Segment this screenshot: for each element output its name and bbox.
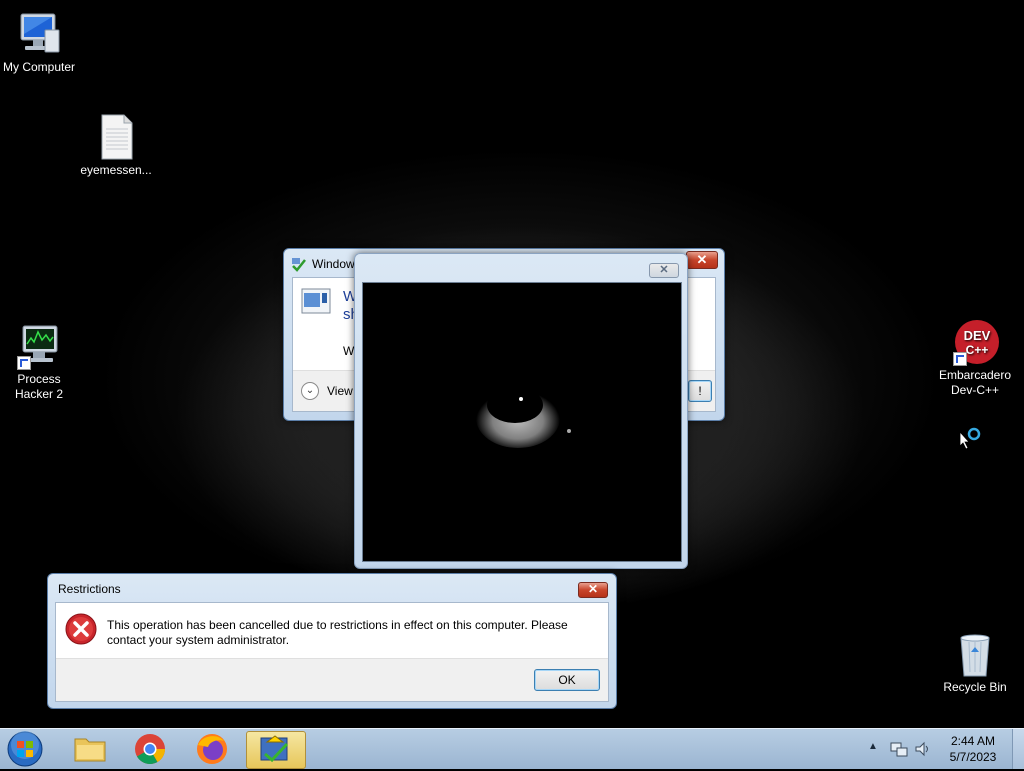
eye-video-window[interactable]: ✕ bbox=[354, 253, 688, 569]
taskbar-google-chrome[interactable] bbox=[122, 731, 178, 767]
show-desktop-button[interactable] bbox=[1012, 729, 1024, 769]
security-shield-icon bbox=[291, 257, 307, 273]
desktop-icon-label: Process Hacker 2 bbox=[14, 372, 64, 401]
ok-button[interactable]: OK bbox=[534, 669, 600, 691]
close-button[interactable]: ✕ bbox=[686, 251, 718, 269]
partial-action-button[interactable]: ! bbox=[688, 380, 712, 402]
start-button[interactable] bbox=[6, 730, 44, 768]
dialog-title: Window bbox=[312, 257, 355, 271]
network-icon[interactable] bbox=[890, 740, 908, 758]
video-frame bbox=[362, 282, 682, 562]
dialog-body-text: W bbox=[343, 344, 355, 358]
busy-cursor-icon bbox=[958, 426, 984, 452]
desktop-icon-label: Embarcadero Dev-C++ bbox=[938, 368, 1012, 397]
text-file-icon bbox=[92, 113, 140, 161]
svg-text:DEV: DEV bbox=[964, 328, 991, 343]
video-window-titlebar[interactable]: ✕ bbox=[355, 254, 687, 282]
error-icon bbox=[65, 613, 97, 645]
restriction-message: This operation has been cancelled due to… bbox=[107, 618, 568, 647]
taskbar-active-app[interactable] bbox=[246, 731, 306, 769]
system-clock[interactable]: 2:44 AM 5/7/2023 bbox=[942, 733, 1004, 765]
desktop-background: My Computer eyemessen... Process Hacker … bbox=[0, 0, 1024, 728]
shortcut-arrow-icon bbox=[953, 352, 967, 366]
clock-date: 5/7/2023 bbox=[949, 750, 997, 764]
dialog-title: Restrictions bbox=[58, 582, 121, 596]
show-hidden-icons-arrow[interactable]: ▲ bbox=[868, 741, 880, 753]
desktop-icon-label: Recycle Bin bbox=[943, 680, 1007, 694]
taskbar-windows-explorer[interactable] bbox=[62, 731, 118, 767]
desktop-icon-dev-cpp[interactable]: DEV C++ Embarcadero Dev-C++ bbox=[933, 318, 1017, 398]
recycle-bin-icon bbox=[951, 630, 999, 678]
process-hacker-icon bbox=[15, 322, 63, 370]
view-details-link[interactable]: View bbox=[327, 384, 353, 398]
dialog-footer: OK bbox=[56, 658, 608, 701]
taskbar-firefox[interactable] bbox=[184, 731, 240, 767]
firefox-icon bbox=[197, 734, 227, 764]
dialog-content: This operation has been cancelled due to… bbox=[55, 602, 609, 702]
close-button[interactable]: ✕ bbox=[649, 263, 679, 278]
desktop-icon-my-computer[interactable]: My Computer bbox=[0, 10, 81, 75]
desktop-icon-label: eyemessen... bbox=[80, 163, 152, 177]
dialog-titlebar[interactable]: Restrictions ✕ bbox=[48, 574, 616, 602]
desktop-icon-eyemessen-file[interactable]: eyemessen... bbox=[74, 113, 158, 178]
volume-icon[interactable] bbox=[914, 740, 932, 758]
dev-cpp-icon: DEV C++ bbox=[951, 318, 999, 366]
desktop-icon-label: My Computer bbox=[2, 60, 76, 74]
folder-icon bbox=[74, 738, 106, 762]
shortcut-arrow-icon bbox=[17, 356, 31, 370]
app-warning-icon bbox=[260, 735, 289, 763]
svg-text:C++: C++ bbox=[966, 343, 989, 357]
chevron-down-icon[interactable]: ⌄ bbox=[301, 382, 319, 400]
clock-time: 2:44 AM bbox=[950, 734, 996, 748]
taskbar: ▲ 2:44 AM 5/7/2023 bbox=[0, 728, 1024, 769]
eye-image bbox=[476, 387, 571, 448]
desktop-icon-recycle-bin[interactable]: Recycle Bin bbox=[933, 630, 1017, 695]
desktop-icon-process-hacker[interactable]: Process Hacker 2 bbox=[0, 322, 81, 402]
close-button[interactable]: ✕ bbox=[578, 582, 608, 598]
windows-orb-icon bbox=[7, 731, 43, 767]
chrome-icon bbox=[135, 734, 165, 765]
computer-icon bbox=[15, 10, 63, 58]
restrictions-dialog[interactable]: Restrictions ✕ This operation has been c… bbox=[47, 573, 617, 709]
window-info-icon bbox=[301, 288, 331, 314]
